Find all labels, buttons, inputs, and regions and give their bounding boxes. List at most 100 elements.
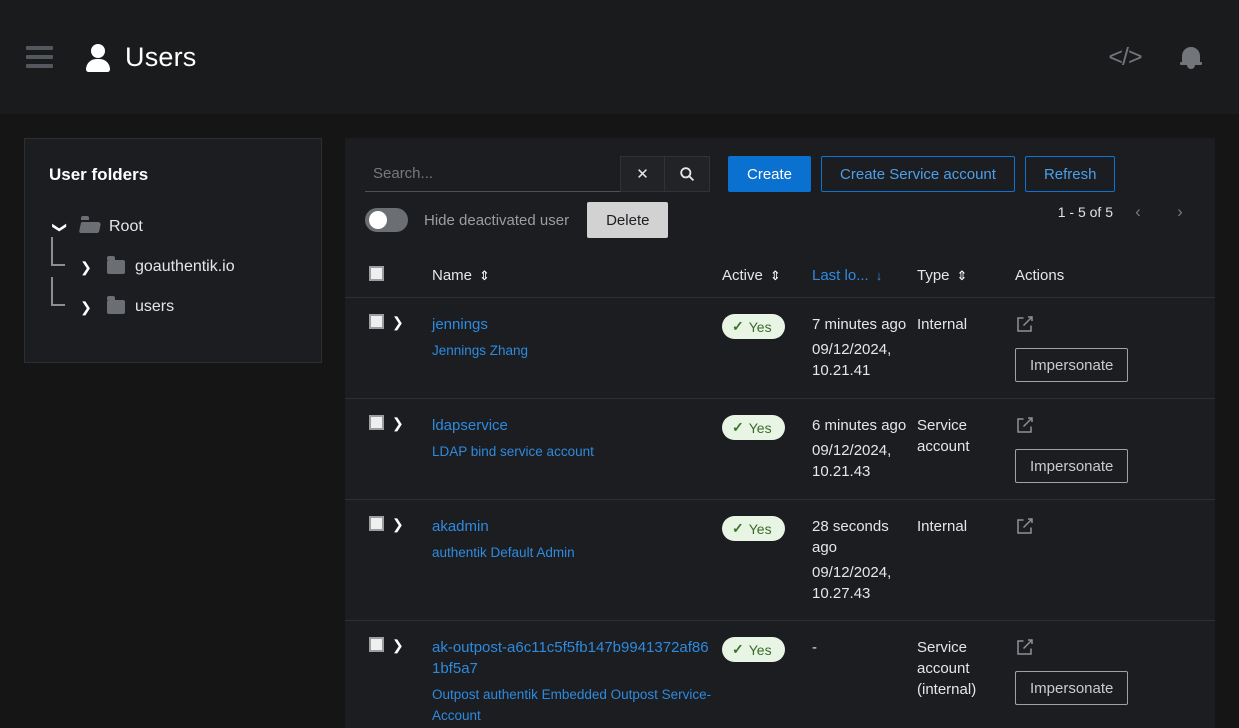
status-badge: ✓ Yes — [722, 415, 785, 440]
search-input[interactable] — [365, 156, 620, 192]
user-display-name[interactable]: Jennings Zhang — [432, 340, 714, 361]
clear-search-button[interactable]: ✕ — [620, 156, 665, 192]
row-actions-cell: Impersonate — [1005, 620, 1215, 728]
sort-icon-desc[interactable]: ↓ — [876, 268, 883, 283]
table-body: ❯ jennings Jennings Zhang ✓ Yes 7 minute… — [345, 297, 1215, 728]
column-header-active[interactable]: Active ⇕ — [722, 256, 812, 298]
delete-button[interactable]: Delete — [587, 202, 669, 238]
hide-deactivated-label: Hide deactivated user — [424, 211, 570, 229]
row-active-cell: ✓ Yes — [722, 499, 812, 621]
row-type-cell: Internal — [917, 297, 1005, 399]
row-actions-cell: Impersonate — [1005, 297, 1215, 399]
chevron-right-icon[interactable]: ❯ — [392, 314, 404, 330]
column-label: Active — [722, 267, 763, 284]
row-type-cell: Service account — [917, 398, 1005, 500]
create-button[interactable]: Create — [728, 156, 812, 192]
row-checkbox[interactable] — [369, 415, 384, 430]
chevron-right-icon[interactable]: ❯ — [392, 516, 404, 532]
edit-icon[interactable] — [1015, 516, 1035, 536]
pagination-next-icon[interactable]: › — [1163, 197, 1197, 227]
table-header-row: Name ⇕ Active ⇕ Last lo... ↓ Type ⇕ Actions — [345, 256, 1215, 298]
chevron-right-icon[interactable]: ❯ — [392, 415, 404, 431]
user-display-name[interactable]: Outpost authentik Embedded Outpost Servi… — [432, 684, 714, 726]
refresh-button[interactable]: Refresh — [1024, 156, 1116, 192]
tree-item-root[interactable]: ❯ Root — [25, 207, 321, 247]
row-last-login-cell: 6 minutes ago 09/12/2024, 10.21.43 — [812, 398, 917, 500]
sort-icon[interactable]: ⇕ — [479, 268, 490, 284]
table-row[interactable]: ❯ jennings Jennings Zhang ✓ Yes 7 minute… — [345, 297, 1215, 399]
row-select-cell — [345, 620, 392, 728]
user-name-link[interactable]: ak-outpost-a6c11c5f5fb147b9941372af861bf… — [432, 637, 714, 679]
tree-elbow — [51, 237, 65, 266]
edit-icon[interactable] — [1015, 415, 1035, 435]
user-display-name[interactable]: authentik Default Admin — [432, 542, 714, 563]
row-last-login-cell: 28 seconds ago 09/12/2024, 10.27.43 — [812, 499, 917, 621]
create-service-account-button[interactable]: Create Service account — [821, 156, 1015, 192]
tree-item-label: users — [135, 298, 175, 315]
tree-item-goauthentik[interactable]: ❯ goauthentik.io — [25, 237, 321, 287]
impersonate-button[interactable]: Impersonate — [1015, 671, 1129, 705]
row-select-cell — [345, 398, 392, 500]
row-name-cell: akadmin authentik Default Admin — [432, 499, 722, 621]
column-header-actions: Actions — [1005, 256, 1215, 298]
edit-icon[interactable] — [1015, 637, 1035, 657]
select-all-checkbox[interactable] — [369, 266, 384, 281]
last-login-relative: 7 minutes ago — [812, 316, 907, 333]
folder-open-icon — [81, 216, 99, 234]
user-name-link[interactable]: akadmin — [432, 516, 714, 537]
row-type-cell: Internal — [917, 499, 1005, 621]
tree-item-users[interactable]: ❯ users — [25, 277, 321, 327]
table-row[interactable]: ❯ ak-outpost-a6c11c5f5fb147b9941372af861… — [345, 620, 1215, 728]
edit-icon[interactable] — [1015, 314, 1035, 334]
check-icon: ✓ — [732, 641, 744, 657]
impersonate-button[interactable]: Impersonate — [1015, 348, 1129, 382]
code-icon[interactable]: </> — [1105, 37, 1145, 77]
column-header-type[interactable]: Type ⇕ — [917, 256, 1005, 298]
column-label: Last lo... — [812, 267, 869, 284]
last-login-relative: 28 seconds ago — [812, 518, 889, 556]
column-header-last-login[interactable]: Last lo... ↓ — [812, 256, 917, 298]
check-icon: ✓ — [732, 318, 744, 334]
row-checkbox[interactable] — [369, 637, 384, 652]
user-name-link[interactable]: ldapservice — [432, 415, 714, 436]
status-badge: ✓ Yes — [722, 314, 785, 339]
hamburger-icon[interactable] — [15, 33, 63, 81]
user-display-name[interactable]: LDAP bind service account — [432, 441, 714, 462]
row-name-cell: ak-outpost-a6c11c5f5fb147b9941372af861bf… — [432, 620, 722, 728]
chevron-right-icon[interactable]: ❯ — [392, 637, 404, 653]
user-name-link[interactable]: jennings — [432, 314, 714, 335]
row-active-cell: ✓ Yes — [722, 620, 812, 728]
row-name-cell: jennings Jennings Zhang — [432, 297, 722, 399]
pagination-range: 1 - 5 of 5 — [1057, 204, 1113, 220]
folder-icon — [107, 256, 125, 274]
bell-icon[interactable] — [1171, 37, 1211, 77]
select-all-header — [345, 256, 392, 298]
row-expand-cell: ❯ — [392, 297, 432, 399]
table-row[interactable]: ❯ akadmin authentik Default Admin ✓ Yes … — [345, 499, 1215, 621]
tree-elbow — [51, 277, 65, 306]
impersonate-button[interactable]: Impersonate — [1015, 449, 1129, 483]
search-button[interactable] — [665, 156, 710, 192]
row-last-login-cell: 7 minutes ago 09/12/2024, 10.21.41 — [812, 297, 917, 399]
chevron-down-icon[interactable]: ❯ — [52, 216, 69, 238]
column-header-name[interactable]: Name ⇕ — [432, 256, 722, 298]
sort-icon[interactable]: ⇕ — [957, 268, 968, 284]
row-actions-cell — [1005, 499, 1215, 621]
user-folders-title: User folders — [49, 165, 149, 184]
last-login-relative: 6 minutes ago — [812, 417, 907, 434]
row-active-cell: ✓ Yes — [722, 297, 812, 399]
row-checkbox[interactable] — [369, 314, 384, 329]
row-checkbox[interactable] — [369, 516, 384, 531]
status-badge-label: Yes — [748, 641, 772, 658]
row-last-login-cell: - — [812, 620, 917, 728]
last-login-timestamp: 09/12/2024, 10.21.41 — [812, 341, 892, 379]
users-table: Name ⇕ Active ⇕ Last lo... ↓ Type ⇕ Actions — [345, 256, 1215, 728]
table-row[interactable]: ❯ ldapservice LDAP bind service account … — [345, 398, 1215, 500]
chevron-right-icon[interactable]: ❯ — [75, 259, 97, 276]
chevron-right-icon[interactable]: ❯ — [75, 299, 97, 316]
pagination-prev-icon[interactable]: ‹ — [1121, 197, 1155, 227]
sort-icon[interactable]: ⇕ — [770, 268, 781, 284]
folder-tree: ❯ Root ❯ goauthentik.io ❯ users — [25, 207, 321, 327]
brand: Users — [85, 42, 197, 73]
hide-deactivated-toggle[interactable] — [365, 208, 408, 232]
